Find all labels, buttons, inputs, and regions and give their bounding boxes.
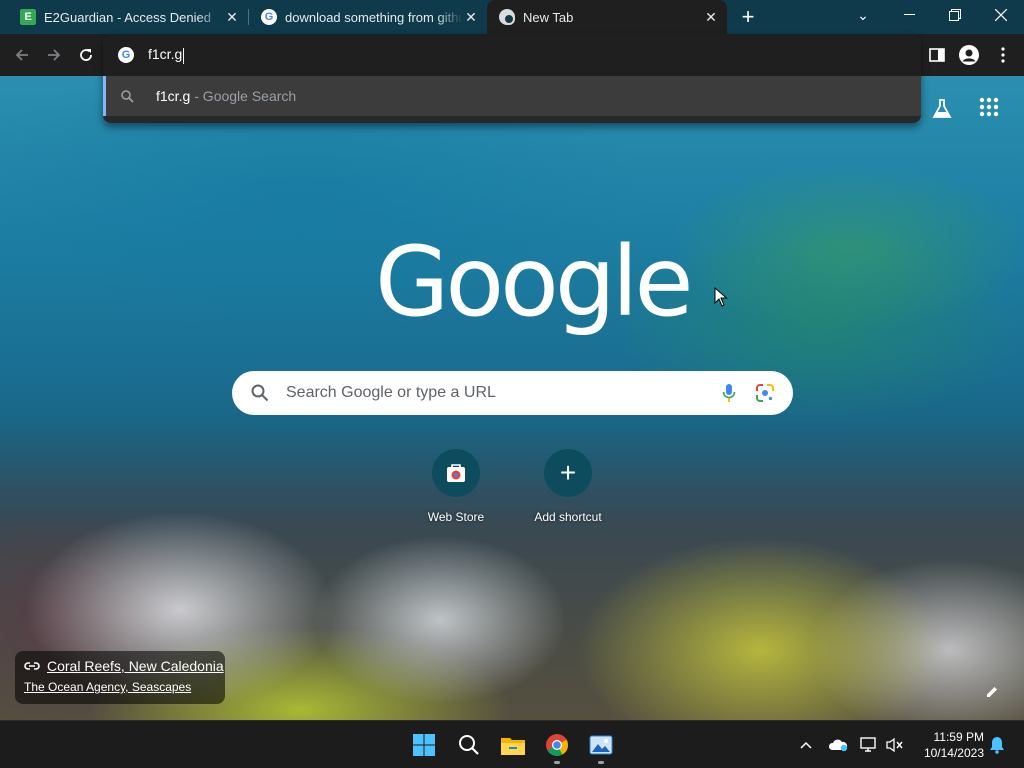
clock-date: 10/14/2023 xyxy=(923,746,984,760)
text-caret xyxy=(183,47,185,64)
tab-title: E2Guardian - Access Denied xyxy=(44,9,211,25)
side-panel-icon xyxy=(929,48,945,62)
shortcut-label: Web Store xyxy=(427,510,485,524)
back-button[interactable] xyxy=(10,43,34,67)
close-icon[interactable]: ✕ xyxy=(224,9,240,25)
tab-title: download something from github xyxy=(285,9,463,25)
microphone-icon[interactable] xyxy=(719,383,739,403)
menu-button[interactable] xyxy=(992,44,1014,66)
tab-title: New Tab xyxy=(523,9,574,25)
close-icon[interactable]: ✕ xyxy=(463,9,479,25)
show-hidden-icons-button[interactable] xyxy=(795,734,817,756)
address-input[interactable]: f1cr.g xyxy=(148,46,185,64)
onedrive-tray[interactable] xyxy=(827,734,849,756)
e2guardian-icon: E xyxy=(20,9,36,25)
ntp-search-box[interactable]: Search Google or type a URL xyxy=(232,371,793,415)
reload-icon xyxy=(80,49,92,61)
web-store-icon xyxy=(432,449,480,497)
running-indicator xyxy=(554,761,560,764)
volume-muted-icon xyxy=(886,737,903,753)
address-bar[interactable]: G f1cr.g xyxy=(103,34,921,76)
flask-icon xyxy=(932,99,952,118)
search-icon xyxy=(459,735,479,755)
window-close-button[interactable] xyxy=(978,0,1024,30)
profile-button[interactable] xyxy=(958,44,980,66)
profile-avatar-icon xyxy=(959,45,979,65)
shortcut-label: Add shortcut xyxy=(534,510,602,524)
labs-button[interactable] xyxy=(930,97,954,121)
photos-button[interactable] xyxy=(586,730,616,760)
notifications-button[interactable] xyxy=(986,734,1008,756)
photos-icon xyxy=(589,735,613,755)
taskbar-search-button[interactable] xyxy=(454,730,484,760)
taskbar-clock[interactable]: 11:59 PM 10/14/2023 xyxy=(912,729,984,761)
google-icon: G xyxy=(118,47,134,63)
plus-icon: + xyxy=(544,449,592,497)
forward-arrow-icon xyxy=(48,49,61,61)
shortcut-web-store[interactable]: Web Store xyxy=(400,449,512,529)
network-icon xyxy=(860,737,876,752)
close-window-icon xyxy=(995,9,1007,21)
restore-icon xyxy=(949,9,961,21)
network-tray[interactable] xyxy=(858,734,880,756)
google-lens-icon[interactable] xyxy=(755,383,775,403)
start-button[interactable] xyxy=(409,730,439,760)
close-icon[interactable]: ✕ xyxy=(703,9,719,25)
tab-e2guardian[interactable]: E E2Guardian - Access Denied ✕ xyxy=(8,0,248,34)
customize-button[interactable] xyxy=(976,676,1008,708)
pencil-icon xyxy=(987,687,997,697)
forward-button[interactable] xyxy=(42,43,66,67)
omnibox-suggestion[interactable]: f1cr.g - Google Search xyxy=(103,76,921,116)
google-apps-button[interactable] xyxy=(979,97,1003,121)
chrome-taskbar-button[interactable] xyxy=(542,730,572,760)
restore-button[interactable] xyxy=(932,0,978,30)
mouse-cursor-icon xyxy=(714,287,728,307)
side-panel-button[interactable] xyxy=(926,44,948,66)
windows-taskbar: 11:59 PM 10/14/2023 xyxy=(0,720,1024,768)
link-icon xyxy=(24,662,40,670)
attribution-title-link[interactable]: Coral Reefs, New Caledonia xyxy=(23,658,224,674)
minimize-button[interactable] xyxy=(886,0,932,30)
shortcut-add[interactable]: + Add shortcut xyxy=(512,449,624,529)
new-tab-button[interactable]: + xyxy=(736,4,760,29)
google-logo: Google xyxy=(375,226,694,338)
tab-search-button[interactable]: ⌄ xyxy=(840,0,886,30)
search-icon xyxy=(250,383,270,403)
background-attribution: Coral Reefs, New Caledonia The Ocean Age… xyxy=(15,651,225,704)
tab-strip: E E2Guardian - Access Denied ✕ G downloa… xyxy=(0,0,1024,34)
bell-icon xyxy=(990,737,1004,754)
file-explorer-icon xyxy=(501,738,525,755)
back-arrow-icon xyxy=(15,49,28,61)
tab-new-tab[interactable]: New Tab ✕ xyxy=(487,0,727,34)
volume-tray[interactable] xyxy=(884,734,906,756)
chrome-icon xyxy=(546,734,568,756)
cloud-icon xyxy=(828,739,848,752)
search-placeholder: Search Google or type a URL xyxy=(286,384,496,401)
suggestion-description: - Google Search xyxy=(194,88,297,104)
tab-github-search[interactable]: G download something from github ✕ xyxy=(249,0,487,34)
attribution-credit[interactable]: The Ocean Agency, Seascapes xyxy=(24,680,191,694)
running-indicator xyxy=(598,761,604,764)
clock-time: 11:59 PM xyxy=(933,730,984,744)
chrome-icon xyxy=(499,9,515,25)
apps-grid-icon xyxy=(979,97,999,117)
start-icon xyxy=(413,734,435,756)
kebab-menu-icon xyxy=(1001,47,1005,63)
chevron-up-icon xyxy=(800,741,812,749)
suggestion-text: f1cr.g xyxy=(156,88,191,104)
reload-button[interactable] xyxy=(74,43,98,67)
attribution-title: Coral Reefs, New Caledonia xyxy=(47,658,224,674)
minimize-icon xyxy=(903,14,915,15)
omnibox-dropdown: G f1cr.g f1cr.g - Google Search xyxy=(103,34,921,123)
google-icon: G xyxy=(261,9,277,25)
search-icon xyxy=(120,89,134,103)
file-explorer-button[interactable] xyxy=(498,730,528,760)
